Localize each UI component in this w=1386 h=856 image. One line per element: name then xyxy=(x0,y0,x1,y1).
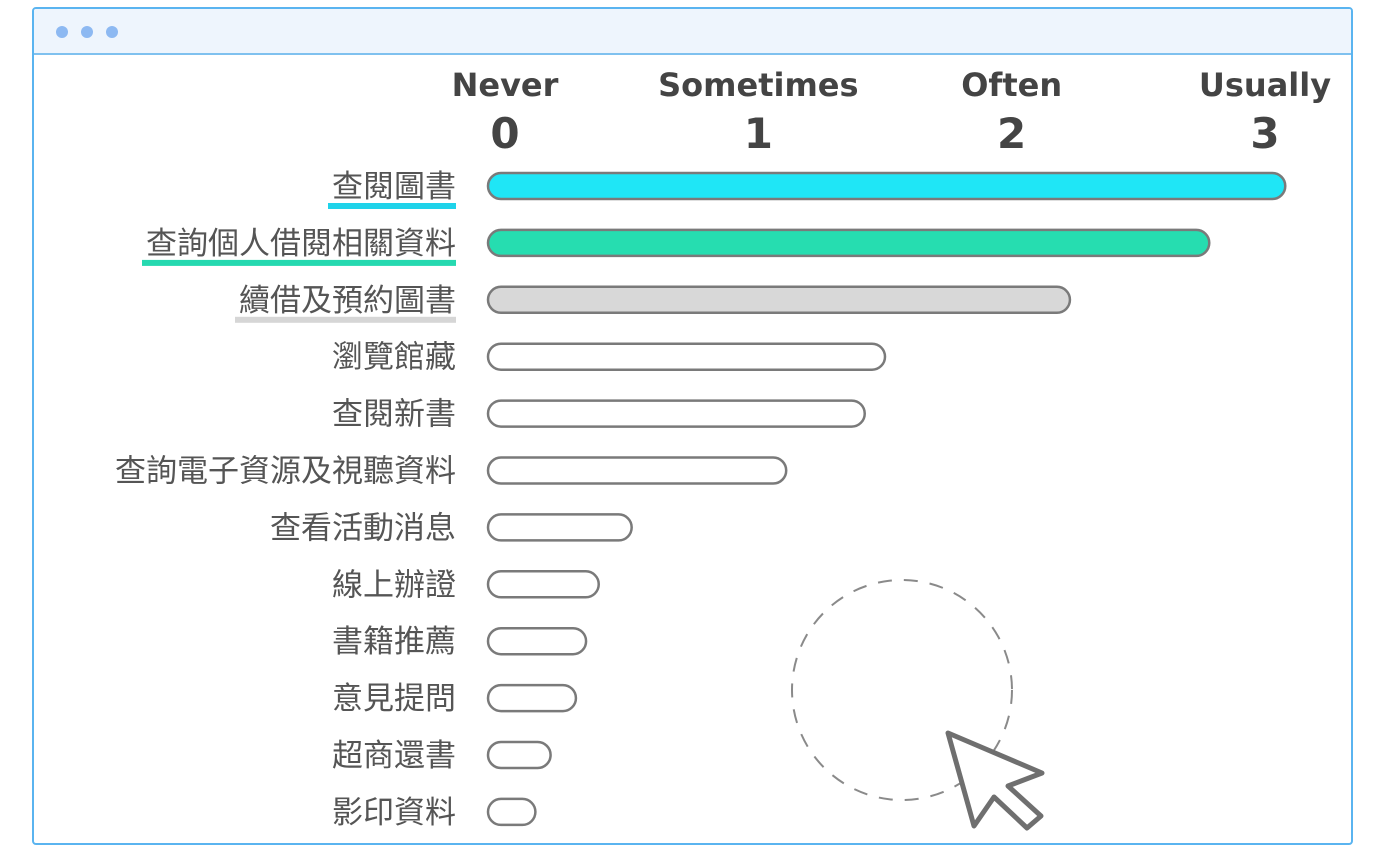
category-label: 超商還書 xyxy=(332,738,456,774)
category-label: 影印資料 xyxy=(332,795,456,831)
bar xyxy=(486,342,887,371)
bar xyxy=(486,228,1211,258)
axis-scale-word: Sometimes xyxy=(658,66,858,104)
category-label: 查詢電子資源及視聽資料 xyxy=(115,454,456,490)
bar xyxy=(486,740,552,770)
bar xyxy=(486,626,588,656)
bar xyxy=(486,570,600,599)
bar xyxy=(486,285,1072,315)
axis-scale-word: Often xyxy=(961,66,1062,104)
category-label: 瀏覽館藏 xyxy=(332,340,456,376)
axis-scale-word: Never xyxy=(452,66,559,104)
bar xyxy=(486,399,866,428)
bar xyxy=(486,171,1287,201)
bar xyxy=(486,683,578,713)
bar xyxy=(486,456,788,485)
usage-frequency-chart: Never 0 Sometimes 1 Often 2 Usually 3 查閱圖書查詢個人借閱… xyxy=(115,66,1331,831)
category-label: 查看活動消息 xyxy=(270,510,456,546)
axis-tick-label: 3 xyxy=(1250,109,1279,158)
bar xyxy=(486,513,633,542)
category-label: 續借及預約圖書 xyxy=(239,283,456,319)
category-label: 查閱圖書 xyxy=(332,169,456,205)
category-label: 線上辦證 xyxy=(332,567,456,603)
category-label: 書籍推薦 xyxy=(332,624,456,660)
axis-scale-word: Usually xyxy=(1199,66,1331,104)
category-label: 意見提問 xyxy=(332,681,456,717)
category-label: 查閱新書 xyxy=(332,397,456,433)
bar xyxy=(486,797,537,827)
axis-tick-label: 0 xyxy=(490,109,519,158)
axis-tick-label: 1 xyxy=(744,109,773,158)
axis-tick-label: 2 xyxy=(997,109,1026,158)
category-label: 查詢個人借閱相關資料 xyxy=(146,226,456,262)
